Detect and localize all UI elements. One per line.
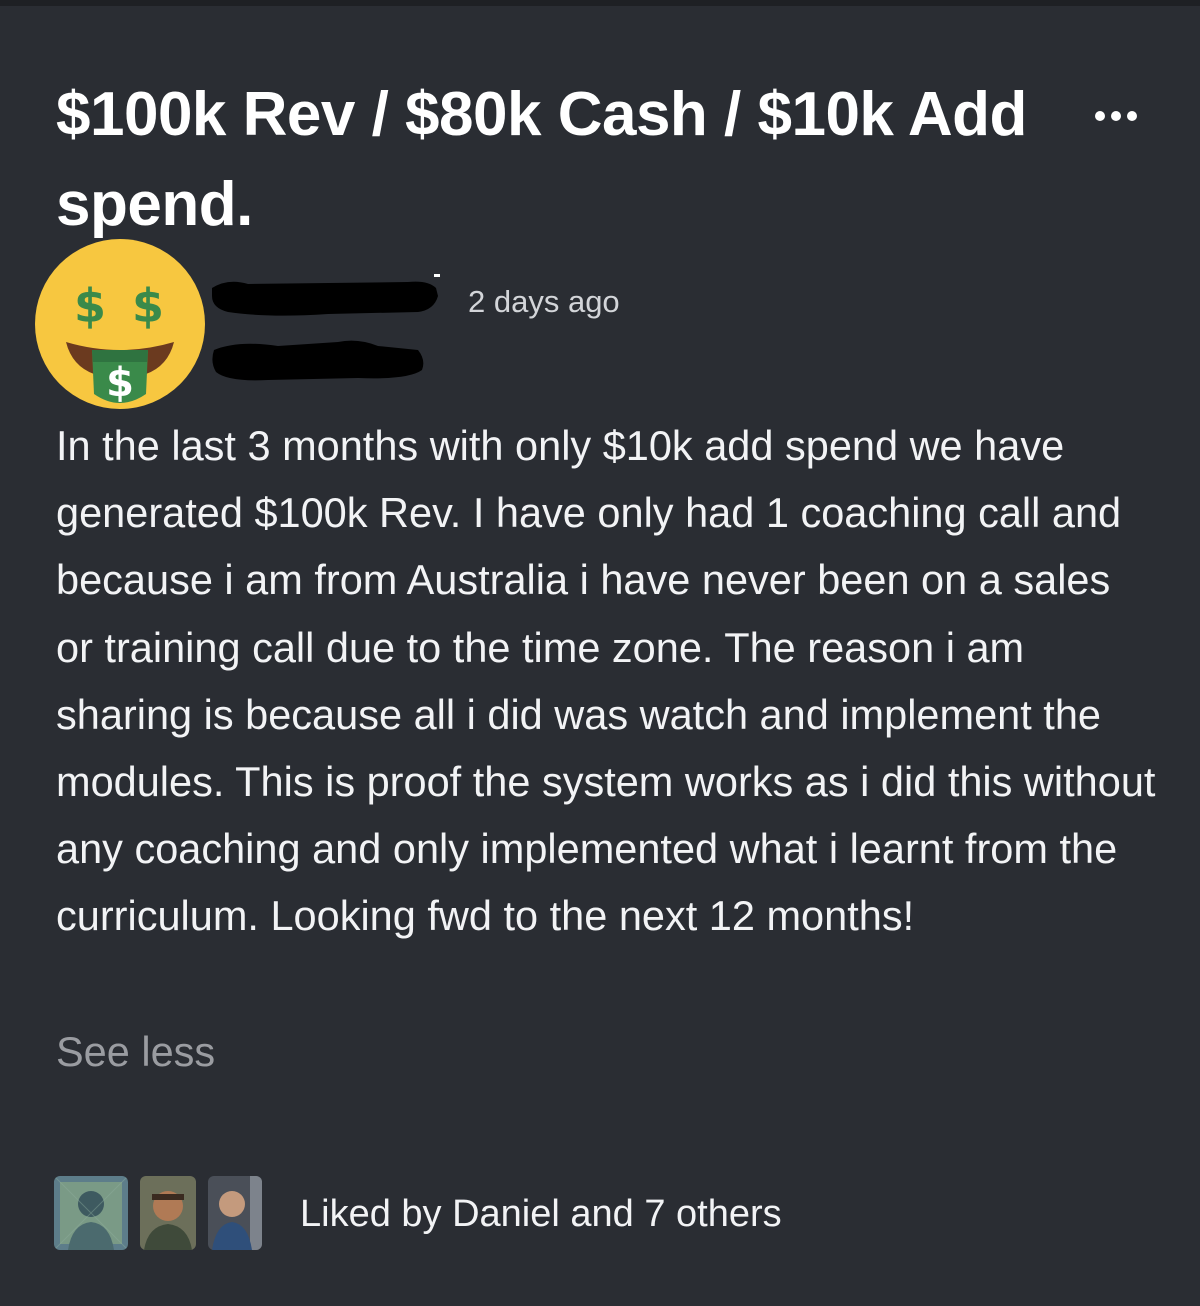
liker-avatar-2 (140, 1176, 196, 1250)
svg-text:$: $ (106, 360, 134, 406)
liker-avatar-1 (54, 1176, 128, 1250)
more-options-icon (1095, 111, 1137, 121)
redacted-author-name (212, 274, 440, 316)
post-title: $100k Rev / $80k Cash / $10k Add spend. (56, 80, 1027, 239)
more-options-button[interactable] (1088, 98, 1144, 134)
author-meta: 2 days ago (206, 264, 706, 394)
author-avatar[interactable]: $ $ $ (34, 238, 206, 410)
liker-avatar-3 (208, 1176, 262, 1250)
liked-by-text[interactable]: Liked by Daniel and 7 others (300, 1190, 782, 1238)
post-card: $100k Rev / $80k Cash / $10k Add spend. … (0, 6, 1200, 1306)
post-body: In the last 3 months with only $10k add … (56, 422, 1156, 940)
money-mouth-face-icon: $ $ $ (35, 239, 205, 409)
redacted-author-subtitle (212, 340, 424, 381)
post-timestamp: 2 days ago (468, 284, 620, 319)
svg-text:$: $ (132, 279, 164, 333)
see-less-link[interactable]: See less (56, 1022, 215, 1082)
svg-text:$: $ (74, 279, 106, 333)
